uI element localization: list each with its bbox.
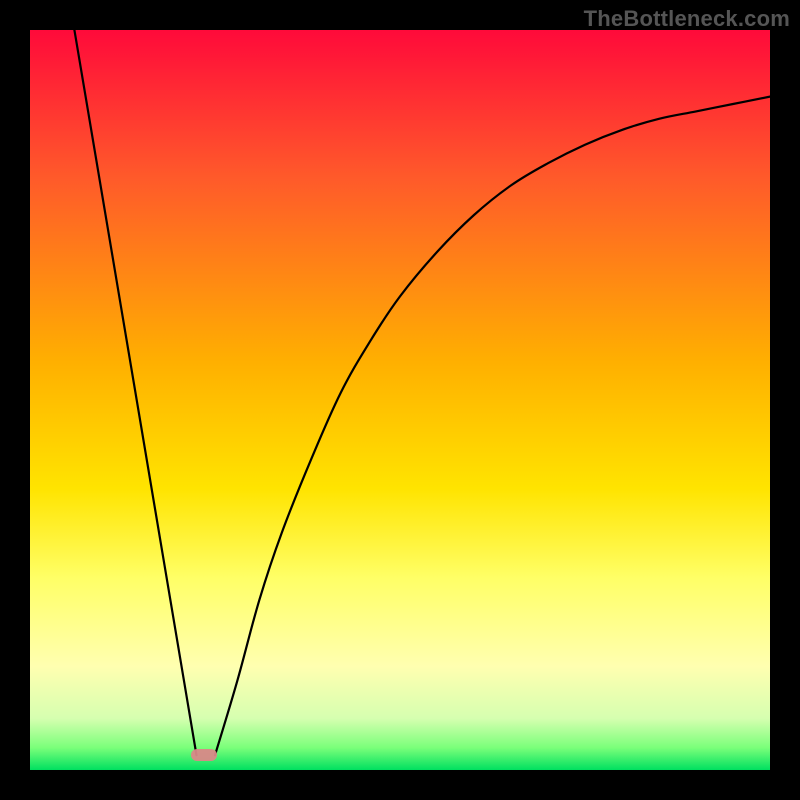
chart-frame: TheBottleneck.com [0,0,800,800]
watermark-text: TheBottleneck.com [584,6,790,32]
optimal-point-marker [191,749,217,761]
plot-svg [30,30,770,770]
plot-area [30,30,770,770]
gradient-background [30,30,770,770]
